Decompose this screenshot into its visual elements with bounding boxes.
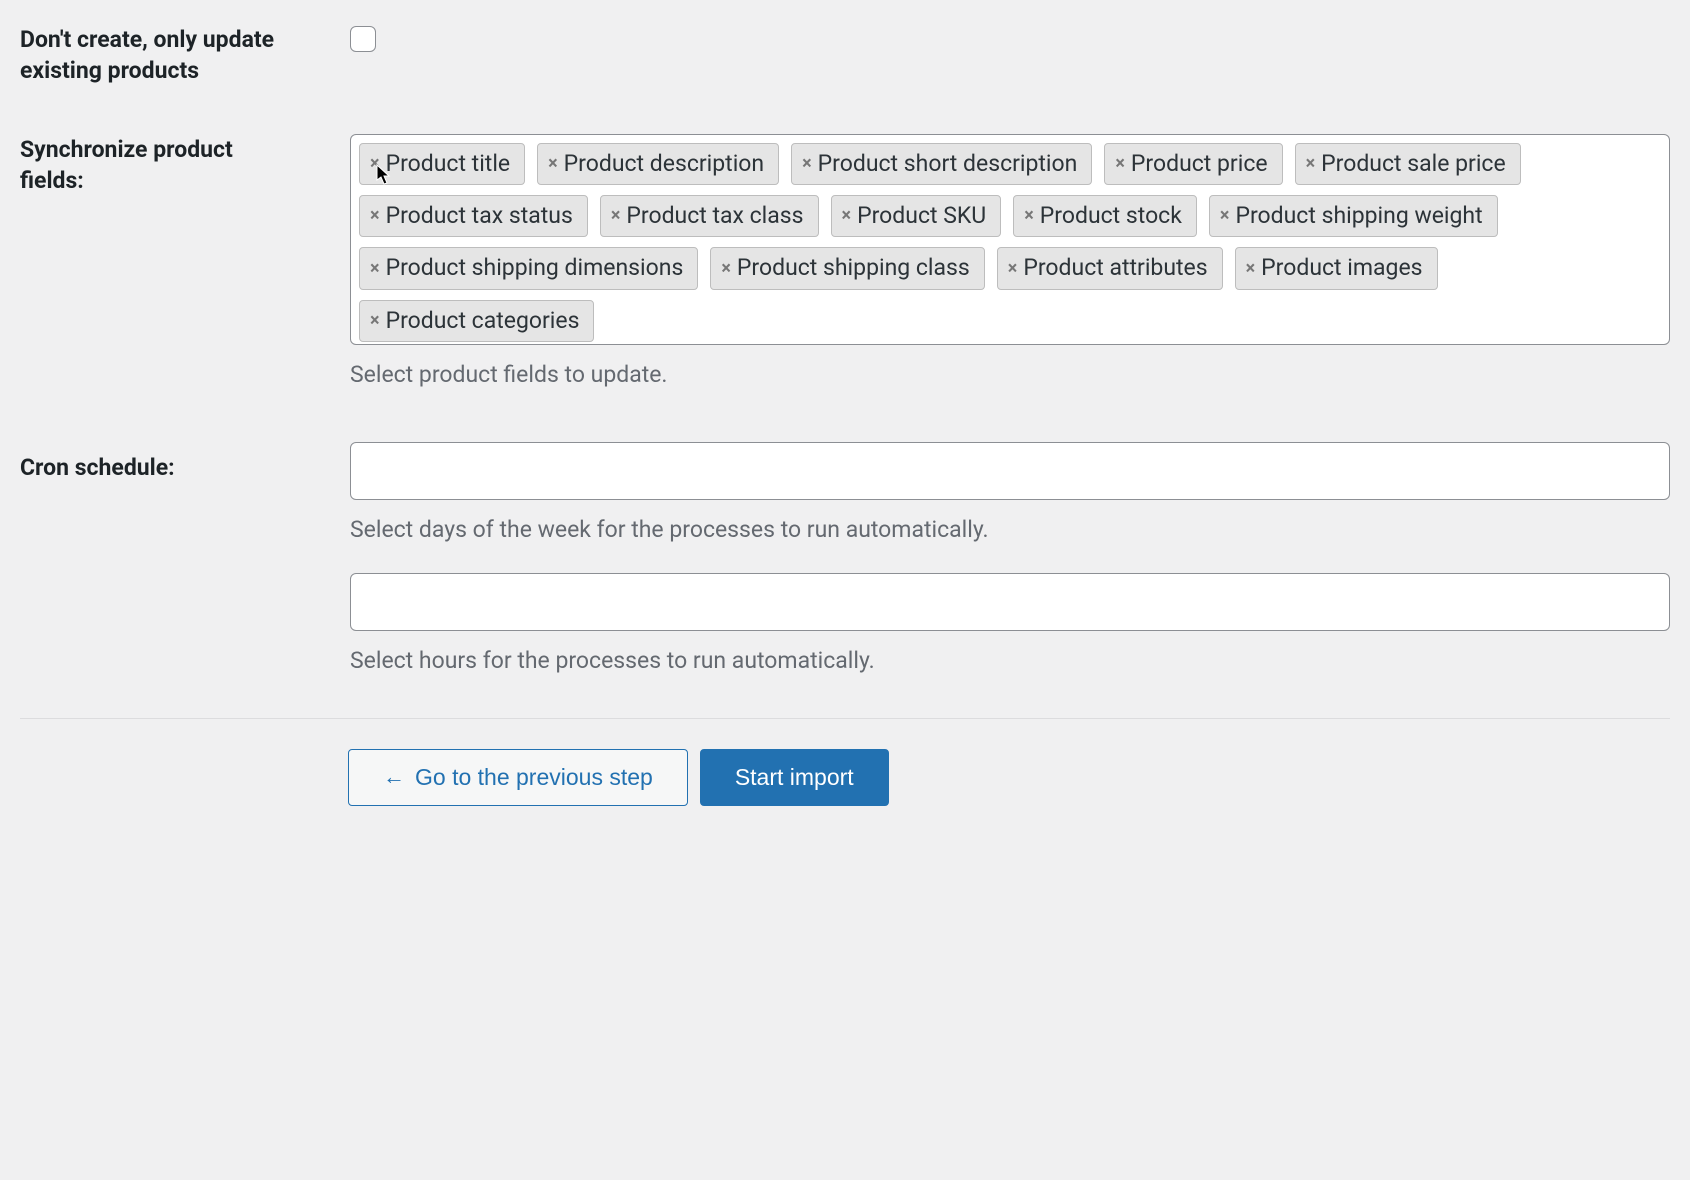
form-actions: ← Go to the previous step Start import <box>0 719 1690 827</box>
sync-field-tag-label: Product price <box>1131 148 1268 180</box>
remove-tag-icon[interactable]: × <box>721 260 731 278</box>
checkbox-update-only[interactable] <box>350 26 376 52</box>
sync-field-tag[interactable]: × Product shipping weight <box>1209 195 1498 237</box>
sync-field-tag-label: Product shipping weight <box>1235 200 1482 232</box>
remove-tag-icon[interactable]: × <box>802 155 812 173</box>
remove-tag-icon[interactable]: × <box>1008 260 1018 278</box>
settings-form: Don't create, only update existing produ… <box>0 0 1690 698</box>
cron-days-help: Select days of the week for the processe… <box>350 516 1670 543</box>
sync-field-tag[interactable]: × Product tax class <box>600 195 819 237</box>
sync-field-tag[interactable]: × Product SKU <box>831 195 1002 237</box>
sync-field-tag-label: Product title <box>386 148 511 180</box>
arrow-left-icon: ← <box>383 764 405 790</box>
sync-field-tag-label: Product shipping class <box>737 252 970 284</box>
sync-field-tag-label: Product images <box>1261 252 1422 284</box>
sync-field-tag[interactable]: × Product shipping dimensions <box>359 247 698 289</box>
sync-field-tag[interactable]: × Product tax status <box>359 195 588 237</box>
remove-tag-icon[interactable]: × <box>1115 155 1125 173</box>
start-import-button[interactable]: Start import <box>700 749 889 807</box>
sync-field-tag-label: Product categories <box>386 305 580 337</box>
sync-field-tag[interactable]: × Product images <box>1235 247 1438 289</box>
row-sync-fields: Synchronize product fields: × Product tit… <box>0 110 1690 412</box>
sync-field-tag-label: Product description <box>564 148 764 180</box>
sync-field-tag-label: Product shipping dimensions <box>386 252 684 284</box>
sync-field-tag-label: Product stock <box>1040 200 1182 232</box>
remove-tag-icon[interactable]: × <box>548 155 558 173</box>
remove-tag-icon[interactable]: × <box>370 312 380 330</box>
sync-field-tag[interactable]: × Product sale price <box>1295 143 1521 185</box>
cron-days-select[interactable] <box>350 442 1670 500</box>
cron-hours-select[interactable] <box>350 573 1670 631</box>
sync-field-tag[interactable]: × Product attributes <box>997 247 1223 289</box>
previous-step-label: Go to the previous step <box>415 764 653 792</box>
sync-field-tag-label: Product SKU <box>857 200 986 232</box>
remove-tag-icon[interactable]: × <box>370 260 380 278</box>
row-update-only: Don't create, only update existing produ… <box>0 0 1690 110</box>
sync-fields-multiselect[interactable]: × Product title × Product description × Produ… <box>350 134 1670 345</box>
sync-field-tag-label: Product attributes <box>1023 252 1207 284</box>
sync-field-tag[interactable]: × Product stock <box>1013 195 1197 237</box>
remove-tag-icon[interactable]: × <box>842 207 852 225</box>
sync-field-tag[interactable]: × Product shipping class <box>710 247 984 289</box>
sync-field-tag[interactable]: × Product title <box>359 143 525 185</box>
sync-field-tag[interactable]: × Product description <box>537 143 779 185</box>
sync-field-tag-label: Product tax class <box>626 200 803 232</box>
remove-tag-icon[interactable]: × <box>1246 260 1256 278</box>
remove-tag-icon[interactable]: × <box>1024 207 1034 225</box>
sync-field-tag[interactable]: × Product categories <box>359 300 594 342</box>
start-import-label: Start import <box>735 764 854 792</box>
sync-field-tag[interactable]: × Product short description <box>791 143 1092 185</box>
sync-fields-help: Select product fields to update. <box>350 361 1670 388</box>
sync-field-tag-label: Product short description <box>818 148 1078 180</box>
previous-step-button[interactable]: ← Go to the previous step <box>348 749 688 807</box>
cron-hours-help: Select hours for the processes to run au… <box>350 647 1670 674</box>
remove-tag-icon[interactable]: × <box>1220 207 1230 225</box>
row-cron-schedule: Cron schedule: Select days of the week f… <box>0 412 1690 698</box>
sync-field-tag[interactable]: × Product price <box>1104 143 1282 185</box>
remove-tag-icon[interactable]: × <box>370 155 380 173</box>
remove-tag-icon[interactable]: × <box>1306 155 1316 173</box>
label-sync-fields: Synchronize product fields: <box>0 110 320 412</box>
label-update-only: Don't create, only update existing produ… <box>0 0 320 110</box>
remove-tag-icon[interactable]: × <box>370 207 380 225</box>
label-cron-schedule: Cron schedule: <box>0 412 320 698</box>
sync-field-tag-label: Product tax status <box>386 200 573 232</box>
remove-tag-icon[interactable]: × <box>611 207 621 225</box>
sync-field-tag-label: Product sale price <box>1321 148 1506 180</box>
